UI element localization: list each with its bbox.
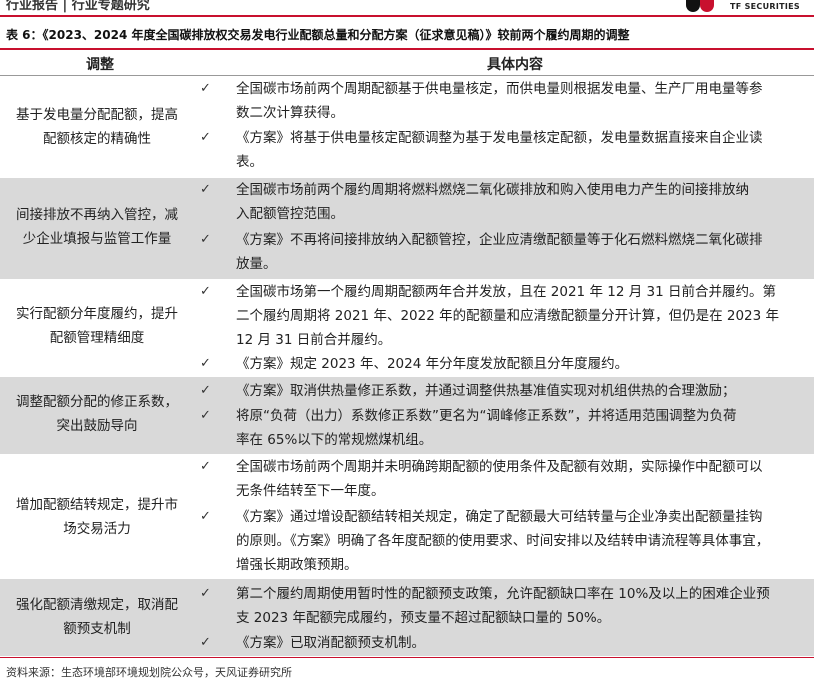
row-label: 实行配额分年度履约，提升 配额管理精细度 xyxy=(0,302,194,350)
row-label: 增加配额结转规定，提升市 场交易活力 xyxy=(0,493,194,541)
content-line: 《方案》不再将间接排放纳入配额管控，企业应清缴配额量等于化石燃料燃烧二氧化碳排 xyxy=(236,232,763,248)
content-line: 《方案》已取消配额预支机制。 xyxy=(236,635,425,651)
check-icon: ✓ xyxy=(200,509,211,524)
row-label-line: 场交易活力 xyxy=(63,521,131,537)
check-icon: ✓ xyxy=(200,635,211,650)
content-line: 放量。 xyxy=(236,256,277,272)
row-label-line: 少企业填报与监管工作量 xyxy=(22,231,172,247)
header-adjustment: 调整 xyxy=(86,57,114,73)
check-icon: ✓ xyxy=(200,182,211,197)
table-row: 间接排放不再纳入管控，减 少企业填报与监管工作量 ✓ 全国碳市场前两个履约周期将… xyxy=(0,178,814,279)
table-row: 基于发电量分配配额，提高 配额核定的精确性 ✓ 全国碳市场前两个周期配额基于供电… xyxy=(0,76,814,177)
table-header-row: 调整 具体内容 xyxy=(0,50,814,76)
report-type: 行业报告 | 行业专题研究 xyxy=(6,0,150,13)
source-note: 资料来源：生态环境部环境规划院公众号，天风证券研究所 xyxy=(6,666,292,679)
content-line: 《方案》将基于供电量核定配额调整为基于发电量核定配额，发电量数据直接来自企业读 xyxy=(236,130,763,146)
content-line: 二个履约周期将 2021 年、2022 年的配额量和应清缴配额量分开计算，但仍是… xyxy=(236,308,780,324)
check-icon: ✓ xyxy=(200,284,211,299)
row-label-line: 强化配额清缴规定，取消配 xyxy=(16,597,178,613)
content-line: 12 月 31 日前合并履约。 xyxy=(236,332,392,348)
content-line: 率在 65%以下的常规燃煤机组。 xyxy=(236,432,433,448)
table-row: 调整配额分配的修正系数， 突出鼓励导向 ✓ 《方案》取消供热量修正系数，并通过调… xyxy=(0,377,814,454)
content-line: 增强长期政策预期。 xyxy=(236,557,358,573)
check-icon: ✓ xyxy=(200,232,211,247)
header-detail: 具体内容 xyxy=(487,57,543,73)
content-line: 全国碳市场第一个履约周期配额两年合并发放，且在 2021 年 12 月 31 日… xyxy=(236,284,776,300)
check-icon: ✓ xyxy=(200,459,211,474)
row-label-line: 增加配额结转规定，提升市 xyxy=(16,497,178,513)
content-line: 全国碳市场前两个周期配额基于供电量核定，而供电量则根据发电量、生产厂用电量等参 xyxy=(236,81,763,97)
brand-name: TF SECURITIES xyxy=(730,2,800,11)
row-label-line: 额预支机制 xyxy=(63,621,131,637)
brand-logo: TF SECURITIES xyxy=(686,0,814,13)
content-line: 的原则。《方案》明确了各年度配额的使用要求、时间安排以及结转申请流程等具体事宜， xyxy=(236,533,770,549)
row-label-line: 基于发电量分配配额，提高 xyxy=(16,107,178,123)
content-line: 《方案》规定 2023 年、2024 年分年度发放配额且分年度履约。 xyxy=(236,356,629,372)
table-row: 实行配额分年度履约，提升 配额管理精细度 ✓ 全国碳市场第一个履约周期配额两年合… xyxy=(0,280,814,376)
check-icon: ✓ xyxy=(200,81,211,96)
check-icon: ✓ xyxy=(200,130,211,145)
content-line: 表。 xyxy=(236,154,263,170)
page-header: 行业报告 | 行业专题研究 TF SECURITIES xyxy=(0,0,814,13)
content-line: 入配额管控范围。 xyxy=(236,206,344,222)
row-label-line: 调整配额分配的修正系数， xyxy=(16,394,178,410)
logo-mark-black xyxy=(686,0,700,12)
row-label-line: 间接排放不再纳入管控，减 xyxy=(16,207,178,223)
content-line: 全国碳市场前两个履约周期将燃料燃烧二氧化碳排放和购入使用电力产生的间接排放纳 xyxy=(236,182,749,198)
row-label-line: 突出鼓励导向 xyxy=(56,418,138,434)
row-label-line: 配额管理精细度 xyxy=(49,330,145,346)
logo-mark-red xyxy=(700,0,714,12)
check-icon: ✓ xyxy=(200,408,211,423)
content-line: 第二个履约周期使用暂时性的配额预支政策，允许配额缺口率在 10%及以上的困难企业… xyxy=(236,586,770,602)
table-bottom-rule xyxy=(0,657,814,658)
content-line: 将原“负荷（出力）系数修正系数”更名为“调峰修正系数”，并将适用范围调整为负荷 xyxy=(236,408,737,424)
content-line: 数二次计算获得。 xyxy=(236,105,344,121)
row-label: 强化配额清缴规定，取消配 额预支机制 xyxy=(0,593,194,641)
content-line: 《方案》取消供热量修正系数，并通过调整供热基准值实现对机组供热的合理激励； xyxy=(236,383,736,399)
check-icon: ✓ xyxy=(200,586,211,601)
check-icon: ✓ xyxy=(200,356,211,371)
row-label-line: 配额核定的精确性 xyxy=(43,131,151,147)
content-line: 全国碳市场前两个周期并未明确跨期配额的使用条件及配额有效期，实际操作中配额可以 xyxy=(236,459,763,475)
content-line: 《方案》通过增设配额结转相关规定，确定了配额最大可结转量与企业净卖出配额量挂钩 xyxy=(236,509,763,525)
check-icon: ✓ xyxy=(200,383,211,398)
row-label-line: 实行配额分年度履约，提升 xyxy=(16,306,178,322)
table-row: 增加配额结转规定，提升市 场交易活力 ✓ 全国碳市场前两个周期并未明确跨期配额的… xyxy=(0,455,814,578)
row-label: 调整配额分配的修正系数， 突出鼓励导向 xyxy=(0,390,194,438)
content-line: 无条件结转至下一年度。 xyxy=(236,483,385,499)
row-label: 间接排放不再纳入管控，减 少企业填报与监管工作量 xyxy=(0,203,194,251)
content-line: 支 2023 年配额完成履约，预支量不超过配额缺口量的 50%。 xyxy=(236,610,611,626)
table-row: 强化配额清缴规定，取消配 额预支机制 ✓ 第二个履约周期使用暂时性的配额预支政策… xyxy=(0,579,814,656)
row-label: 基于发电量分配配额，提高 配额核定的精确性 xyxy=(0,103,194,151)
header-divider xyxy=(0,15,814,17)
table-caption: 表 6：《2023、2024 年度全国碳排放权交易发电行业配额总量和分配方案（征… xyxy=(6,28,630,42)
